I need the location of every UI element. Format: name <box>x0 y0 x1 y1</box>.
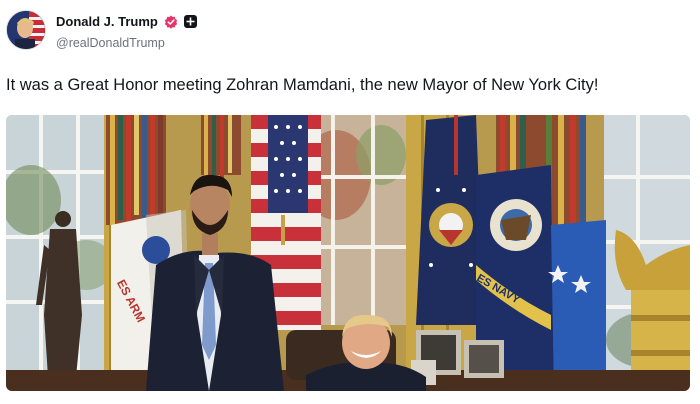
presidential-flag <box>416 115 484 325</box>
avatar[interactable] <box>6 10 46 50</box>
author-name[interactable]: Donald J. Trump <box>56 14 158 29</box>
post-header: Donald J. Trump @realDonaldTrump <box>6 10 694 54</box>
post-photo[interactable]: ES ARM ES NAVY <box>6 115 690 391</box>
avatar-image <box>7 11 45 49</box>
air-force-flag <box>548 220 606 391</box>
post-text: It was a Great Honor meeting Zohran Mamd… <box>6 76 599 94</box>
flag-streamers-second <box>201 115 241 181</box>
author-handle[interactable]: @realDonaldTrump <box>56 36 165 50</box>
verified-badge-icon <box>164 15 178 29</box>
plus-icon[interactable] <box>183 15 197 28</box>
oval-office-photo: ES ARM ES NAVY <box>6 115 690 391</box>
flag-streamers-left <box>106 115 166 227</box>
